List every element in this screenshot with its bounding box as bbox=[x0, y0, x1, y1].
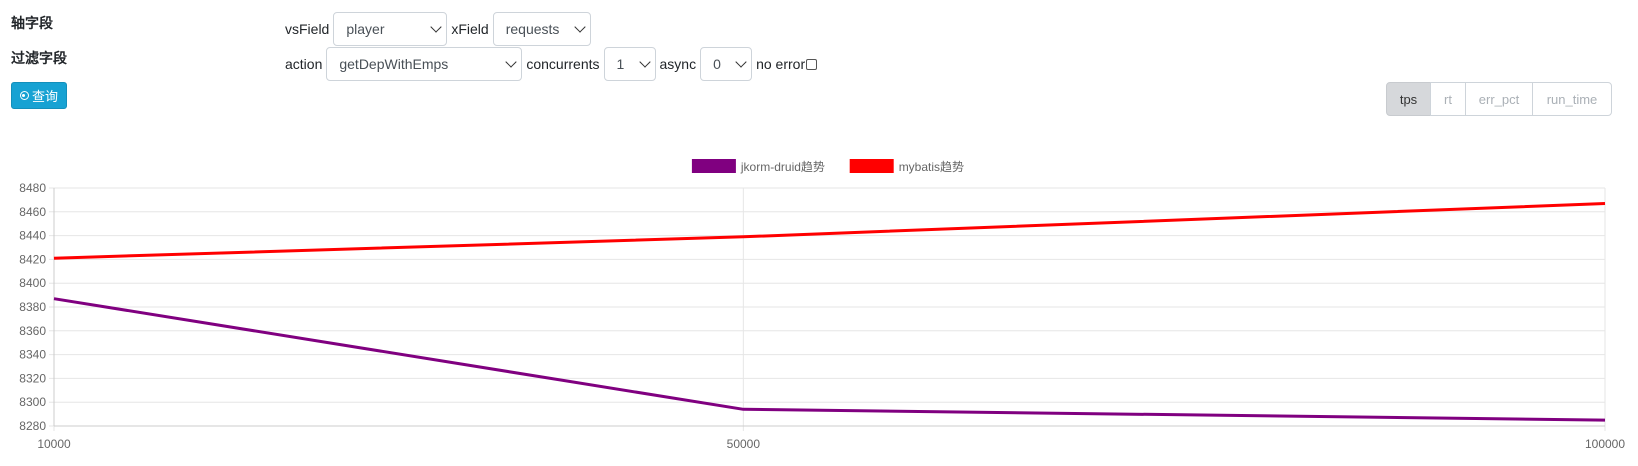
async-value: 0 bbox=[713, 56, 721, 72]
chevron-down-icon bbox=[505, 56, 518, 68]
filter-field-label: 过滤字段 bbox=[11, 51, 67, 67]
y-tick-label: 8280 bbox=[19, 419, 46, 433]
y-tick-label: 8360 bbox=[19, 324, 46, 338]
y-tick-label: 8300 bbox=[19, 395, 46, 409]
chevron-down-icon bbox=[638, 56, 651, 68]
vsfield-select[interactable]: player bbox=[333, 12, 448, 46]
xfield-select[interactable]: requests bbox=[492, 12, 591, 46]
x-tick-label: 100000 bbox=[1585, 437, 1625, 451]
action-value: getDepWithEmps bbox=[339, 56, 449, 72]
chevron-down-icon bbox=[430, 21, 443, 33]
metric-tab-rt[interactable]: rt bbox=[1430, 82, 1466, 116]
vsfield-value: player bbox=[346, 21, 385, 37]
y-tick-label: 8320 bbox=[19, 371, 46, 385]
concurrents-select[interactable]: 1 bbox=[603, 47, 656, 81]
metric-tab-tps[interactable]: tps bbox=[1386, 82, 1431, 116]
metric-button-group: tps rt err_pct run_time bbox=[1386, 82, 1612, 116]
trend-chart: 8480 8460 8440 8420 8400 8380 8360 8340 8320 8300… bbox=[19, 159, 1625, 451]
y-tick-label: 8420 bbox=[19, 252, 46, 266]
concurrents-label: concurrents bbox=[526, 56, 600, 72]
legend-label: jkorm-druid趋势 bbox=[740, 160, 825, 174]
legend-swatch bbox=[691, 159, 736, 173]
axis-field-label: 轴字段 bbox=[11, 16, 53, 32]
concurrents-value: 1 bbox=[616, 56, 625, 72]
y-tick-label: 8340 bbox=[19, 348, 46, 362]
query-button[interactable]: 查询 bbox=[11, 82, 67, 109]
legend-swatch bbox=[849, 159, 894, 173]
xfield-label: xField bbox=[451, 21, 489, 37]
async-label: async bbox=[659, 56, 697, 72]
chevron-down-icon bbox=[735, 56, 747, 68]
y-tick-label: 8460 bbox=[19, 205, 46, 219]
axis-field-row: vsField player xField requests bbox=[285, 12, 595, 46]
filter-field-row: action getDepWithEmps concurrents 1 asyn… bbox=[285, 47, 818, 81]
metric-tab-err-pct[interactable]: err_pct bbox=[1465, 82, 1533, 116]
target-icon bbox=[19, 91, 29, 100]
no-error-label: no error bbox=[756, 56, 806, 72]
metric-tab-run-time[interactable]: run_time bbox=[1532, 82, 1612, 116]
y-tick-label: 8380 bbox=[19, 300, 46, 314]
no-error-checkbox[interactable] bbox=[806, 58, 818, 70]
y-tick-label: 8400 bbox=[19, 276, 46, 290]
legend-label: mybatis趋势 bbox=[899, 160, 964, 174]
chevron-down-icon bbox=[574, 21, 586, 33]
xfield-value: requests bbox=[505, 21, 560, 37]
action-select[interactable]: getDepWithEmps bbox=[326, 47, 523, 81]
vsfield-label: vsField bbox=[285, 21, 330, 37]
async-select[interactable]: 0 bbox=[700, 47, 753, 81]
x-tick-label: 50000 bbox=[727, 437, 761, 451]
query-button-label: 查询 bbox=[31, 90, 58, 105]
action-label: action bbox=[285, 56, 323, 72]
y-tick-label: 8480 bbox=[19, 181, 46, 195]
x-tick-label: 10000 bbox=[37, 437, 71, 451]
y-tick-label: 8440 bbox=[19, 229, 46, 243]
